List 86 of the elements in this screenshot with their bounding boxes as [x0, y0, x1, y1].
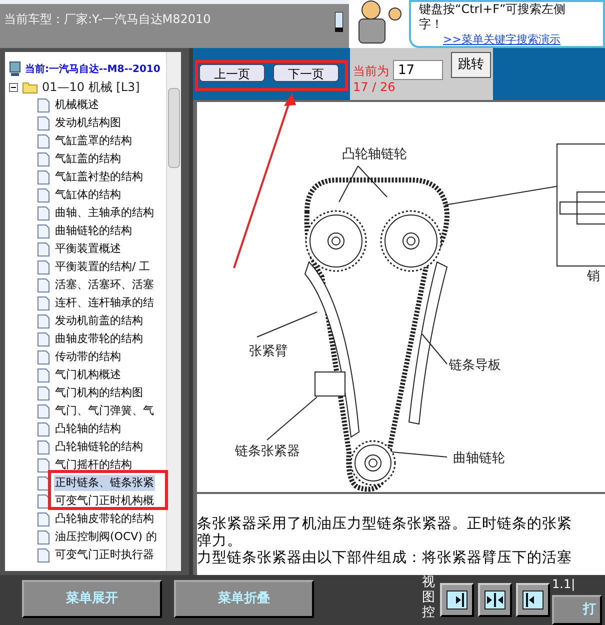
tip-text: 字！	[419, 17, 444, 32]
tree-item[interactable]: 气缸盖罩的结构	[54, 132, 133, 150]
tip-text: 键盘按“Ctrl+F”可搜索左侧	[419, 2, 567, 17]
description-text: 力型链条张紧器由以下部件组成：将张紧器臂压下的活塞	[197, 550, 573, 567]
page-icon	[37, 98, 50, 112]
page-icon	[37, 404, 50, 418]
tree-item[interactable]: 气缸体的结构	[54, 186, 122, 204]
tree-item[interactable]: 曲轴、主轴承的结构	[54, 204, 155, 222]
jump-button[interactable]: 跳转	[451, 52, 491, 78]
page-icon	[37, 530, 50, 544]
page-icon	[37, 206, 50, 220]
page-input[interactable]: 17	[393, 60, 443, 80]
description-text: 条张紧器采用了机油压力型链条张紧器。正时链条的张紧	[197, 516, 573, 533]
page-icon	[37, 476, 50, 490]
align-left-icon	[522, 589, 544, 611]
tree-item[interactable]: 可变气门正时机构概	[54, 492, 155, 510]
page-icon	[37, 440, 50, 454]
tree-item[interactable]: 正时链条、链条张紧	[54, 474, 155, 492]
page-icon	[37, 368, 50, 382]
tree-item[interactable]: 凸轮轴皮带轮的结构	[54, 510, 155, 528]
tree-item[interactable]: 连杆、连杆轴承的结	[54, 294, 155, 312]
page-icon	[37, 242, 50, 256]
align-center-icon	[484, 589, 506, 611]
page-icon	[37, 224, 50, 238]
diagram-label: 链条张紧器	[235, 444, 300, 459]
tree-item[interactable]: 气门机构概述	[54, 366, 122, 384]
tree-item[interactable]: 平衡装置概述	[54, 240, 122, 258]
page-icon	[37, 350, 50, 364]
tree-item[interactable]: 可变气门正时执行器	[54, 546, 155, 564]
tree-item[interactable]: 气缸盖的结构	[54, 150, 122, 168]
tree-item[interactable]: 曲轴皮带轮的结构	[54, 330, 144, 348]
search-demo-link[interactable]: >>菜单关键字搜索演示	[419, 32, 595, 47]
tree-item[interactable]: 凸轮轴链轮的结构	[54, 438, 144, 456]
folder-icon	[22, 80, 38, 94]
tree-item[interactable]: 曲轴链轮的结构	[54, 222, 133, 240]
diagram-label: 凸轮轴链轮	[342, 147, 407, 162]
page-icon	[37, 494, 50, 508]
page-count: 17 / 26	[353, 79, 396, 96]
computer-icon	[9, 61, 21, 77]
tree-item[interactable]: 发动机结构图	[54, 114, 122, 132]
diagram-label: 曲轴链轮	[453, 451, 505, 466]
diagram-label: 张紧臂	[249, 344, 288, 359]
page-icon	[37, 296, 50, 310]
tree-item[interactable]: 气缸盖衬垫的结构	[54, 168, 144, 186]
tree-item[interactable]: 机械概述	[54, 96, 100, 114]
view-control-label: 视图控	[422, 575, 436, 620]
vehicle-label: 当前车型：厂家:Y-一汽马自达M82010	[4, 11, 211, 28]
scrollbar-thumb[interactable]	[168, 88, 180, 168]
page-icon	[37, 458, 50, 472]
diagram-label: 销	[587, 269, 600, 284]
align-right-icon	[446, 589, 468, 611]
tree-item[interactable]: 气门机构的结构图	[54, 384, 144, 402]
next-page-button[interactable]: 下一页	[273, 64, 339, 82]
tree-item[interactable]: 油压控制阀(OCV) 的	[54, 528, 158, 546]
zoom-value: 1.1|	[552, 576, 576, 593]
page-icon	[37, 386, 50, 400]
page-icon	[37, 152, 50, 166]
collapse-icon[interactable]	[9, 82, 18, 92]
monitor-icon	[335, 12, 343, 32]
tree-item[interactable]: 传动带的结构	[54, 348, 122, 366]
tree-item[interactable]: 发动机前盖的结构	[54, 312, 144, 330]
page-icon	[37, 170, 50, 184]
tree-root[interactable]: 当前:一汽马自达--M8--2010	[25, 62, 160, 76]
align-left-button[interactable]	[516, 583, 550, 617]
page-icon	[37, 422, 50, 436]
page-icon	[37, 512, 50, 526]
tree-item[interactable]: 凸轮轴的结构	[54, 420, 122, 438]
tree-item[interactable]: 平衡装置的结构/ 工	[54, 258, 152, 276]
page-icon	[37, 134, 50, 148]
description-text: 弹力。	[197, 533, 243, 550]
prev-page-button[interactable]: 上一页	[199, 64, 265, 82]
page-icon	[37, 332, 50, 346]
page-icon	[37, 314, 50, 328]
page-icon	[37, 260, 50, 274]
tree-item[interactable]: 气门、气门弹簧、气	[54, 402, 155, 420]
tree-folder[interactable]: 01—10 机械 [L3]	[42, 78, 140, 96]
tree-item[interactable]: 气门摇杆的结构	[54, 456, 133, 474]
current-page-label: 当前为	[353, 63, 389, 80]
align-center-button[interactable]	[478, 583, 512, 617]
diagram-label: 链条导板	[449, 358, 501, 373]
align-right-button[interactable]	[440, 583, 474, 617]
page-icon	[37, 188, 50, 202]
tree-item[interactable]: 活塞、活塞环、活塞	[54, 276, 155, 294]
page-icon	[37, 116, 50, 130]
page-icon	[37, 278, 50, 292]
page-icon	[37, 548, 50, 562]
